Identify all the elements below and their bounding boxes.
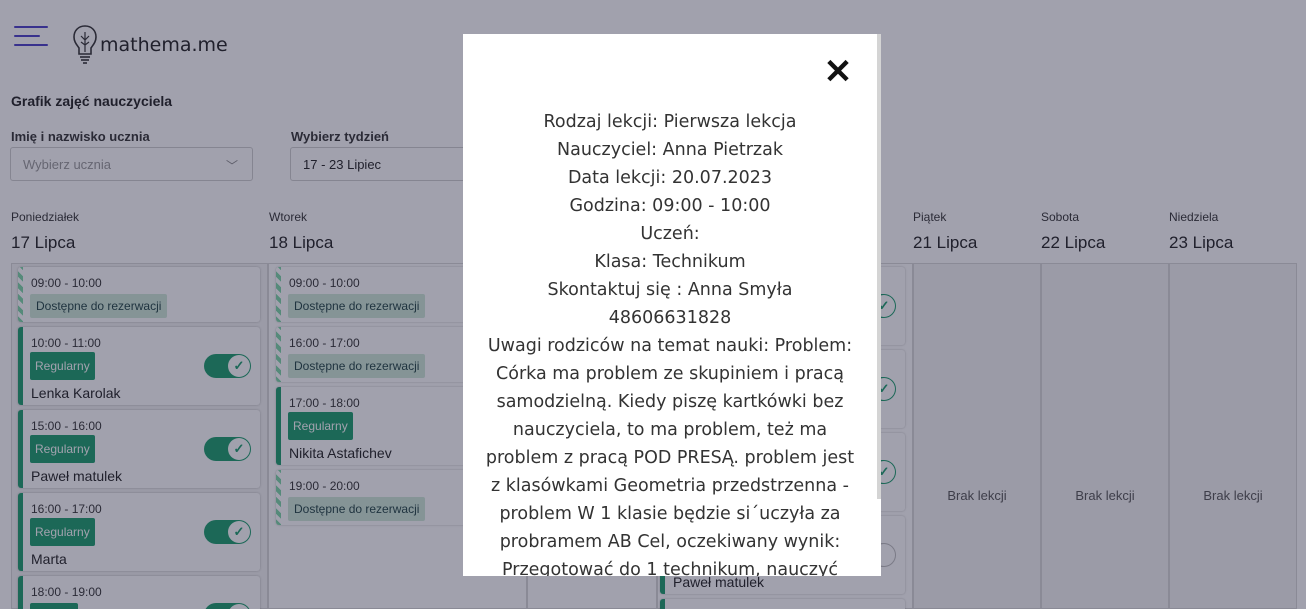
class: Klasa: Technikum [594, 252, 746, 272]
lesson-details: Rodzaj lekcji: Pierwsza lekcja Nauczycie… [483, 108, 857, 576]
parent-notes: Uwagi rodziców na temat nauki: Problem: … [485, 336, 855, 576]
teacher: Nauczyciel: Anna Pietrzak [557, 140, 783, 160]
lesson-type: Rodzaj lekcji: Pierwsza lekcja [543, 112, 797, 132]
modal-scrollbar[interactable] [877, 34, 881, 499]
close-icon[interactable]: ✕ [823, 55, 853, 89]
lesson-time: Godzina: 09:00 - 10:00 [569, 196, 771, 216]
lesson-date: Data lekcji: 20.07.2023 [567, 168, 773, 188]
contact: Skontaktuj się : Anna Smyła [547, 280, 793, 300]
lesson-details-modal: ✕ Rodzaj lekcji: Pierwsza lekcja Nauczyc… [463, 34, 881, 576]
student: Uczeń: [640, 224, 700, 244]
phone: 48606631828 [608, 308, 732, 328]
